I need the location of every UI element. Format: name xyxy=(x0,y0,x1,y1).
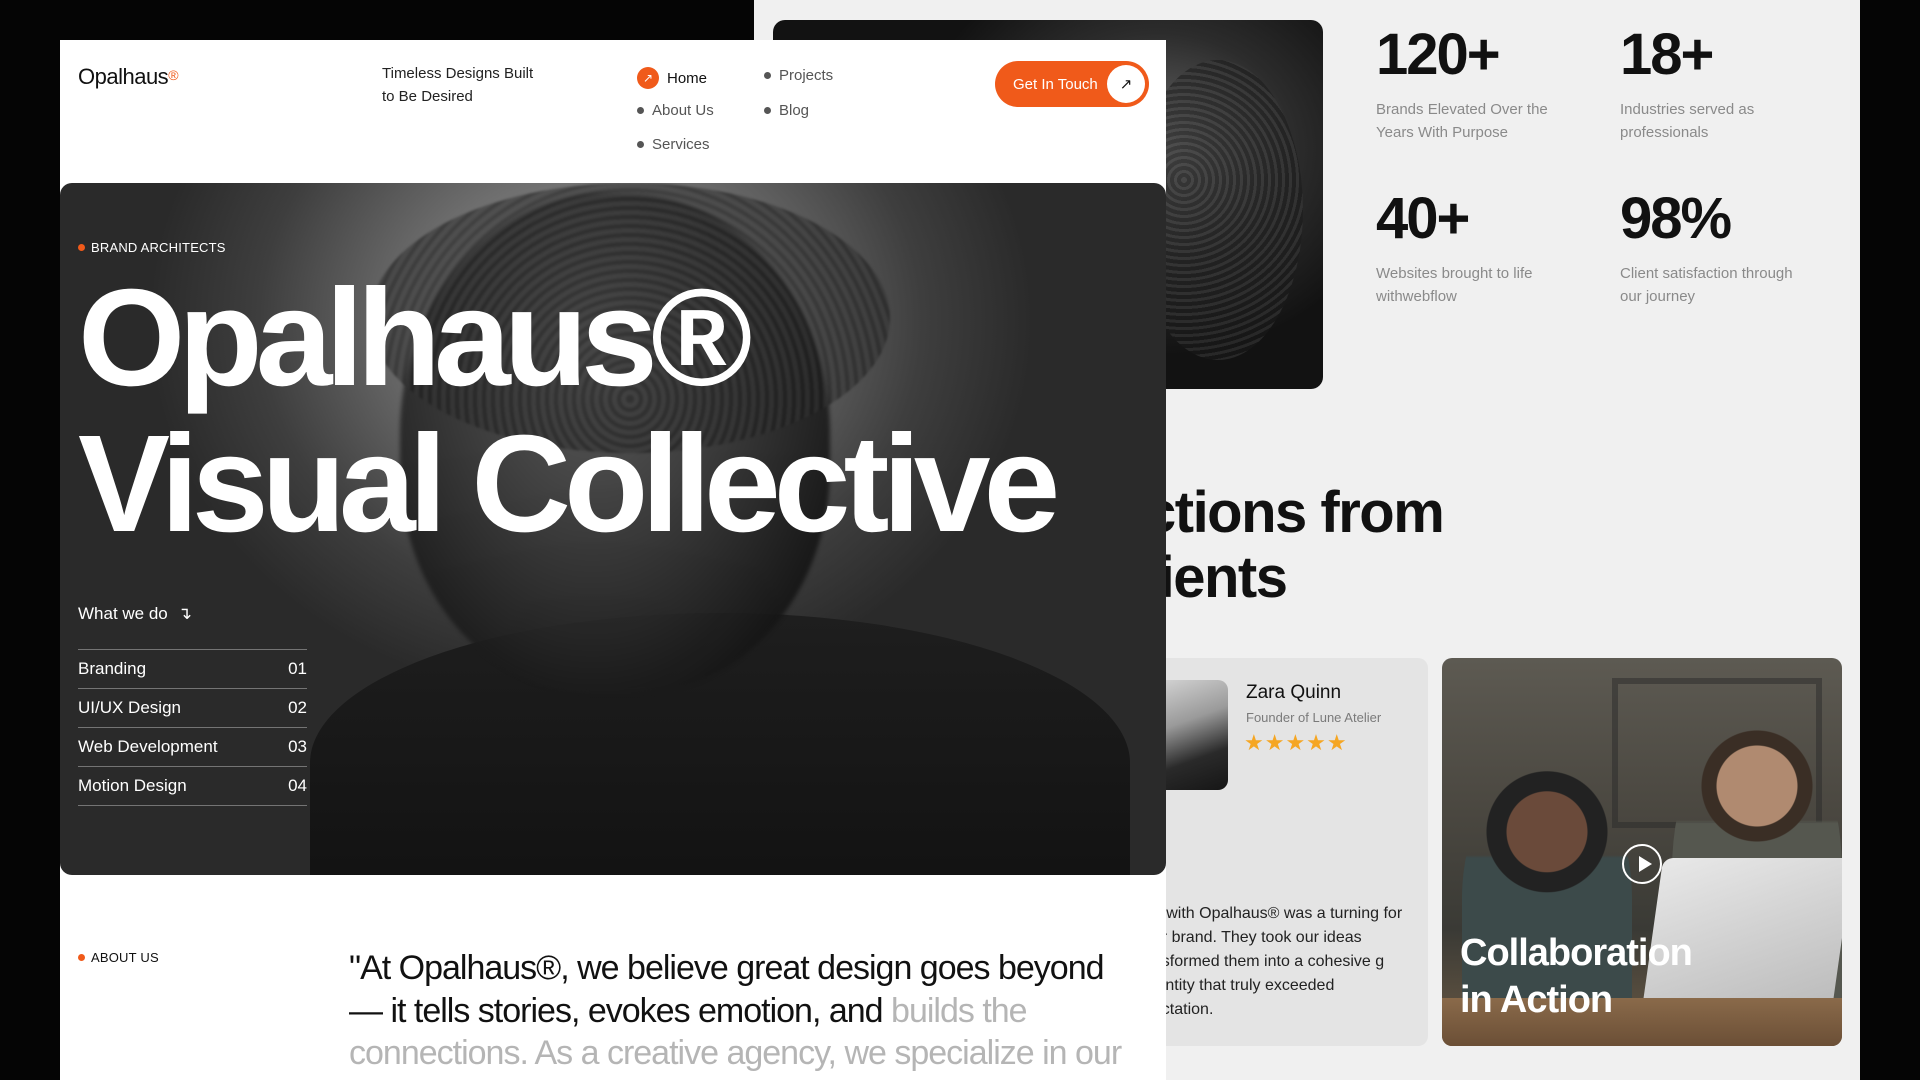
bullet-icon xyxy=(764,72,771,79)
about-eyebrow: ABOUT US xyxy=(78,950,159,965)
services-heading-label: What we do xyxy=(78,604,168,623)
service-name: Web Development xyxy=(78,737,218,756)
bullet-icon xyxy=(637,107,644,114)
service-name: UI/UX Design xyxy=(78,698,181,717)
arrow-up-right-icon: ↗ xyxy=(1107,65,1145,103)
video-card[interactable]: Collaboration in Action xyxy=(1442,658,1842,1046)
tagline-line: Timeless Designs Built xyxy=(382,65,534,82)
nav-item-home[interactable]: ↗ Home xyxy=(637,67,707,89)
nav-label: Projects xyxy=(779,67,834,84)
hero-section: BRAND ARCHITECTS Opalhaus® Visual Collec… xyxy=(60,183,1166,875)
video-title-line: Collaboration xyxy=(1460,932,1693,974)
cta-label: Get In Touch xyxy=(1013,75,1098,93)
front-page-panel: Opalhaus® Timeless Designs Built to Be D… xyxy=(60,40,1166,1080)
service-item-branding[interactable]: Branding 01 xyxy=(78,650,307,689)
stat-websites: 40+ Websites brought to life withwebflow xyxy=(1376,190,1556,308)
arrow-down-icon: ↴ xyxy=(177,604,193,623)
nav-item-blog[interactable]: Blog xyxy=(764,102,809,119)
stat-value: 40+ xyxy=(1376,186,1470,251)
logo-text: Opalhaus xyxy=(78,64,169,89)
stat-description: Brands Elevated Over the Years With Purp… xyxy=(1376,101,1548,141)
stat-industries: 18+ Industries served as professionals xyxy=(1620,26,1800,144)
testimonials-title-line: ctions from xyxy=(1144,480,1445,545)
nav-label: Blog xyxy=(779,102,810,119)
eyebrow-label: ABOUT US xyxy=(91,950,159,965)
review-card: Zara Quinn Founder of Lune Atelier ★★★★★… xyxy=(1144,658,1428,1046)
service-item-motion-design[interactable]: Motion Design 04 xyxy=(78,767,307,806)
nav-label: Services xyxy=(652,136,710,153)
testimonials-title-line: lients xyxy=(1144,545,1288,610)
stat-description: Websites brought to life withwebflow xyxy=(1376,265,1533,305)
hero-title: Opalhaus® Visual Collective xyxy=(78,261,1060,561)
about-quote: "At Opalhaus®, we believe great design g… xyxy=(349,947,1139,1075)
stat-description: Industries served as professionals xyxy=(1620,101,1755,141)
video-title: Collaboration in Action xyxy=(1460,930,1693,1024)
stat-value: 120+ xyxy=(1376,22,1501,87)
eyebrow-label: BRAND ARCHITECTS xyxy=(91,240,226,255)
tagline-line: to Be Desired xyxy=(382,88,473,105)
dot-icon xyxy=(78,244,85,251)
nav-item-projects[interactable]: Projects xyxy=(764,67,833,84)
service-number: 03 xyxy=(288,737,307,756)
registered-mark: ® xyxy=(168,67,179,83)
service-name: Motion Design xyxy=(78,776,187,795)
hero-title-line: Opalhaus® xyxy=(78,261,753,415)
testimonials-title: ctions from lients xyxy=(1144,480,1445,610)
nav-label: Home xyxy=(667,69,708,87)
bullet-icon xyxy=(764,107,771,114)
hero-eyebrow: BRAND ARCHITECTS xyxy=(78,240,226,255)
stat-value: 18+ xyxy=(1620,22,1714,87)
service-name: Branding xyxy=(78,659,147,678)
bullet-icon xyxy=(637,141,644,148)
nav-item-about[interactable]: About Us xyxy=(637,102,714,119)
stat-brands: 120+ Brands Elevated Over the Years With… xyxy=(1376,26,1556,144)
logo[interactable]: Opalhaus® xyxy=(78,64,179,90)
service-item-web-development[interactable]: Web Development 03 xyxy=(78,728,307,767)
service-number: 02 xyxy=(288,698,307,717)
nav-label: About Us xyxy=(652,102,714,119)
reviewer-name: Zara Quinn xyxy=(1246,682,1342,703)
stat-description: Client satisfaction through our journey xyxy=(1620,265,1793,305)
stage: 120+ Brands Elevated Over the Years With… xyxy=(0,0,1920,1080)
dot-icon xyxy=(78,954,85,961)
hero-title-line: Visual Collective xyxy=(78,407,1060,561)
services-heading[interactable]: What we do ↴ xyxy=(78,604,192,624)
arrow-up-right-icon: ↗ xyxy=(637,67,659,89)
service-number: 01 xyxy=(288,659,307,678)
video-title-line: in Action xyxy=(1460,979,1613,1021)
reviewer-role: Founder of Lune Atelier xyxy=(1246,710,1382,725)
service-number: 04 xyxy=(288,776,307,795)
nav-item-services[interactable]: Services xyxy=(637,136,710,153)
stat-satisfaction: 98% Client satisfaction through our jour… xyxy=(1620,190,1800,308)
star-rating-icon: ★★★★★ xyxy=(1244,730,1348,755)
review-text: ng with Opalhaus® was a turning for our … xyxy=(1144,905,1403,1018)
service-item-uiux[interactable]: UI/UX Design 02 xyxy=(78,689,307,728)
services-list: Branding 01 UI/UX Design 02 Web Developm… xyxy=(78,649,307,806)
stat-value: 98% xyxy=(1620,186,1732,251)
header-tagline: Timeless Designs Built to Be Desired xyxy=(382,62,542,108)
play-icon[interactable] xyxy=(1622,844,1662,884)
get-in-touch-button[interactable]: Get In Touch ↗ xyxy=(995,61,1149,107)
